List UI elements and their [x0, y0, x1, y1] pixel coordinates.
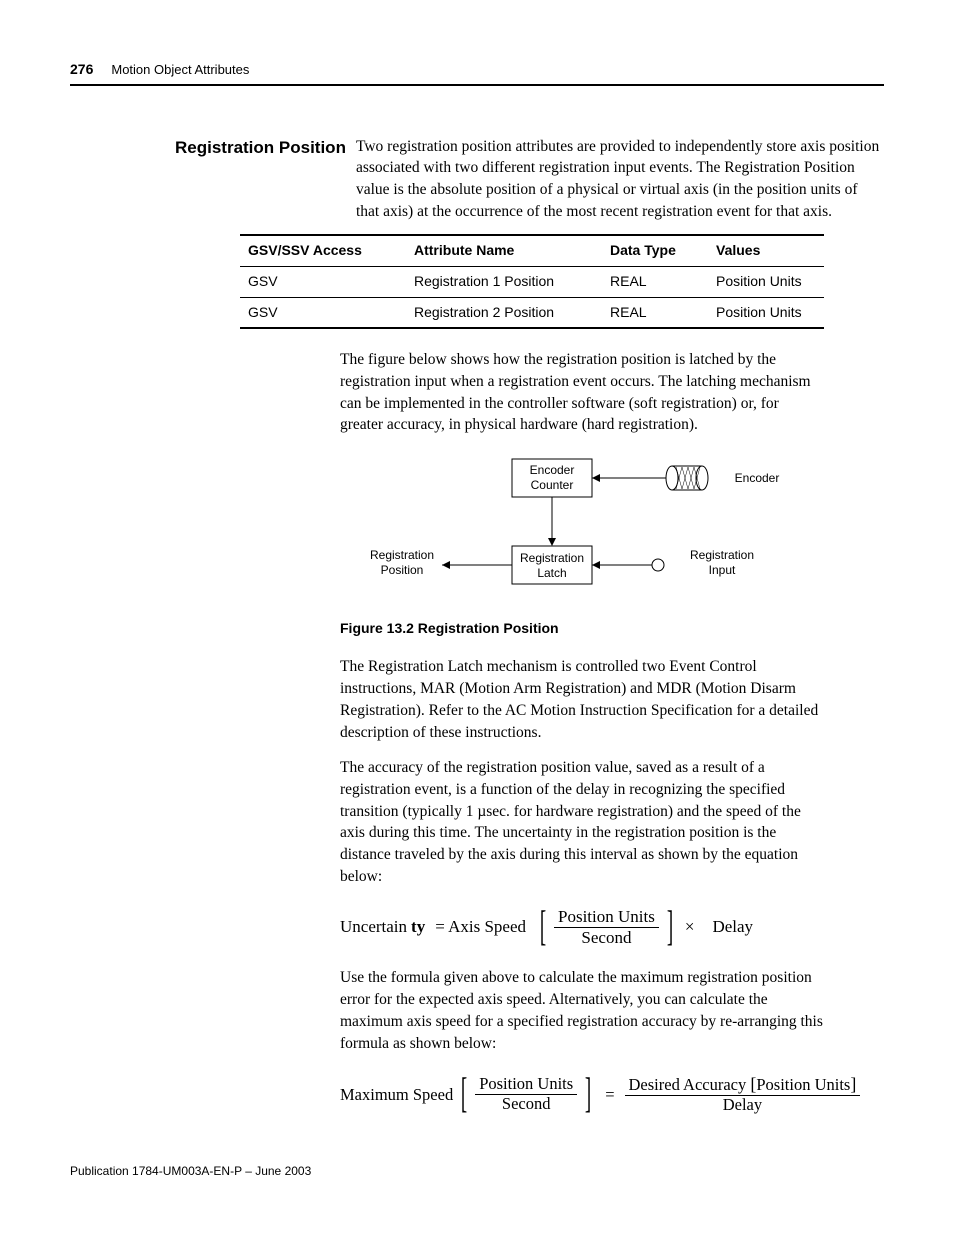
- paragraph: The figure below shows how the registrat…: [340, 349, 824, 436]
- cell-values: Position Units: [708, 266, 824, 297]
- chapter-title: Motion Object Attributes: [111, 61, 249, 79]
- label-reg-position: Registration: [370, 548, 434, 562]
- page-header: 276 Motion Object Attributes: [70, 60, 884, 86]
- cell-attr: Registration 1 Position: [406, 266, 602, 297]
- equation-maxspeed: Maximum Speed [ Position Units Second ] …: [340, 1074, 824, 1115]
- th-access: GSV/SSV Access: [240, 235, 406, 266]
- svg-text:Input: Input: [709, 563, 736, 577]
- cell-type: REAL: [602, 266, 708, 297]
- figure-caption: Figure 13.2 Registration Position: [340, 619, 824, 639]
- fraction: Desired Accuracy [Position Units] Delay: [625, 1074, 861, 1115]
- attributes-table: GSV/SSV Access Attribute Name Data Type …: [240, 234, 824, 329]
- bracket-right: ]: [667, 915, 673, 940]
- eq-lhs: Maximum Speed: [340, 1083, 453, 1106]
- th-attr: Attribute Name: [406, 235, 602, 266]
- equation-uncertainty: Uncertainty = Axis Speed [ Position Unit…: [340, 907, 824, 947]
- fraction: Position Units Second: [475, 1075, 577, 1114]
- section-intro: Two registration position attributes are…: [356, 136, 884, 223]
- th-type: Data Type: [602, 235, 708, 266]
- label-encoder-counter: Encoder: [530, 463, 575, 477]
- publication-footer: Publication 1784-UM003A-EN-P – June 2003: [70, 1163, 311, 1180]
- table-row: GSV Registration 1 Position REAL Positio…: [240, 266, 824, 297]
- fraction: Position Units Second: [554, 907, 659, 947]
- paragraph: Use the formula given above to calculate…: [340, 967, 824, 1054]
- page-number: 276: [70, 60, 93, 80]
- cell-type: REAL: [602, 297, 708, 328]
- cell-attr: Registration 2 Position: [406, 297, 602, 328]
- svg-text:Position: Position: [381, 563, 424, 577]
- bracket-left: [: [540, 915, 546, 940]
- eq-lhs: Uncertain: [340, 915, 407, 939]
- table-row: GSV Registration 2 Position REAL Positio…: [240, 297, 824, 328]
- bracket-right: ]: [585, 1082, 591, 1107]
- encoder-icon: [666, 466, 708, 490]
- section-heading: Registration Position: [175, 136, 346, 160]
- cell-access: GSV: [240, 297, 406, 328]
- paragraph: The Registration Latch mechanism is cont…: [340, 656, 824, 743]
- section-row: Registration Position Two registration p…: [175, 136, 884, 223]
- label-reg-input: Registration: [690, 548, 754, 562]
- paragraph: The accuracy of the registration positio…: [340, 757, 824, 887]
- th-values: Values: [708, 235, 824, 266]
- svg-text:Counter: Counter: [531, 478, 574, 492]
- figure-diagram: Encoder Counter Encoder: [340, 454, 824, 611]
- label-encoder: Encoder: [735, 471, 780, 485]
- label-reg-latch: Registration: [520, 551, 584, 565]
- bracket-left: [: [461, 1082, 467, 1107]
- cell-access: GSV: [240, 266, 406, 297]
- svg-text:Latch: Latch: [537, 566, 566, 580]
- cell-values: Position Units: [708, 297, 824, 328]
